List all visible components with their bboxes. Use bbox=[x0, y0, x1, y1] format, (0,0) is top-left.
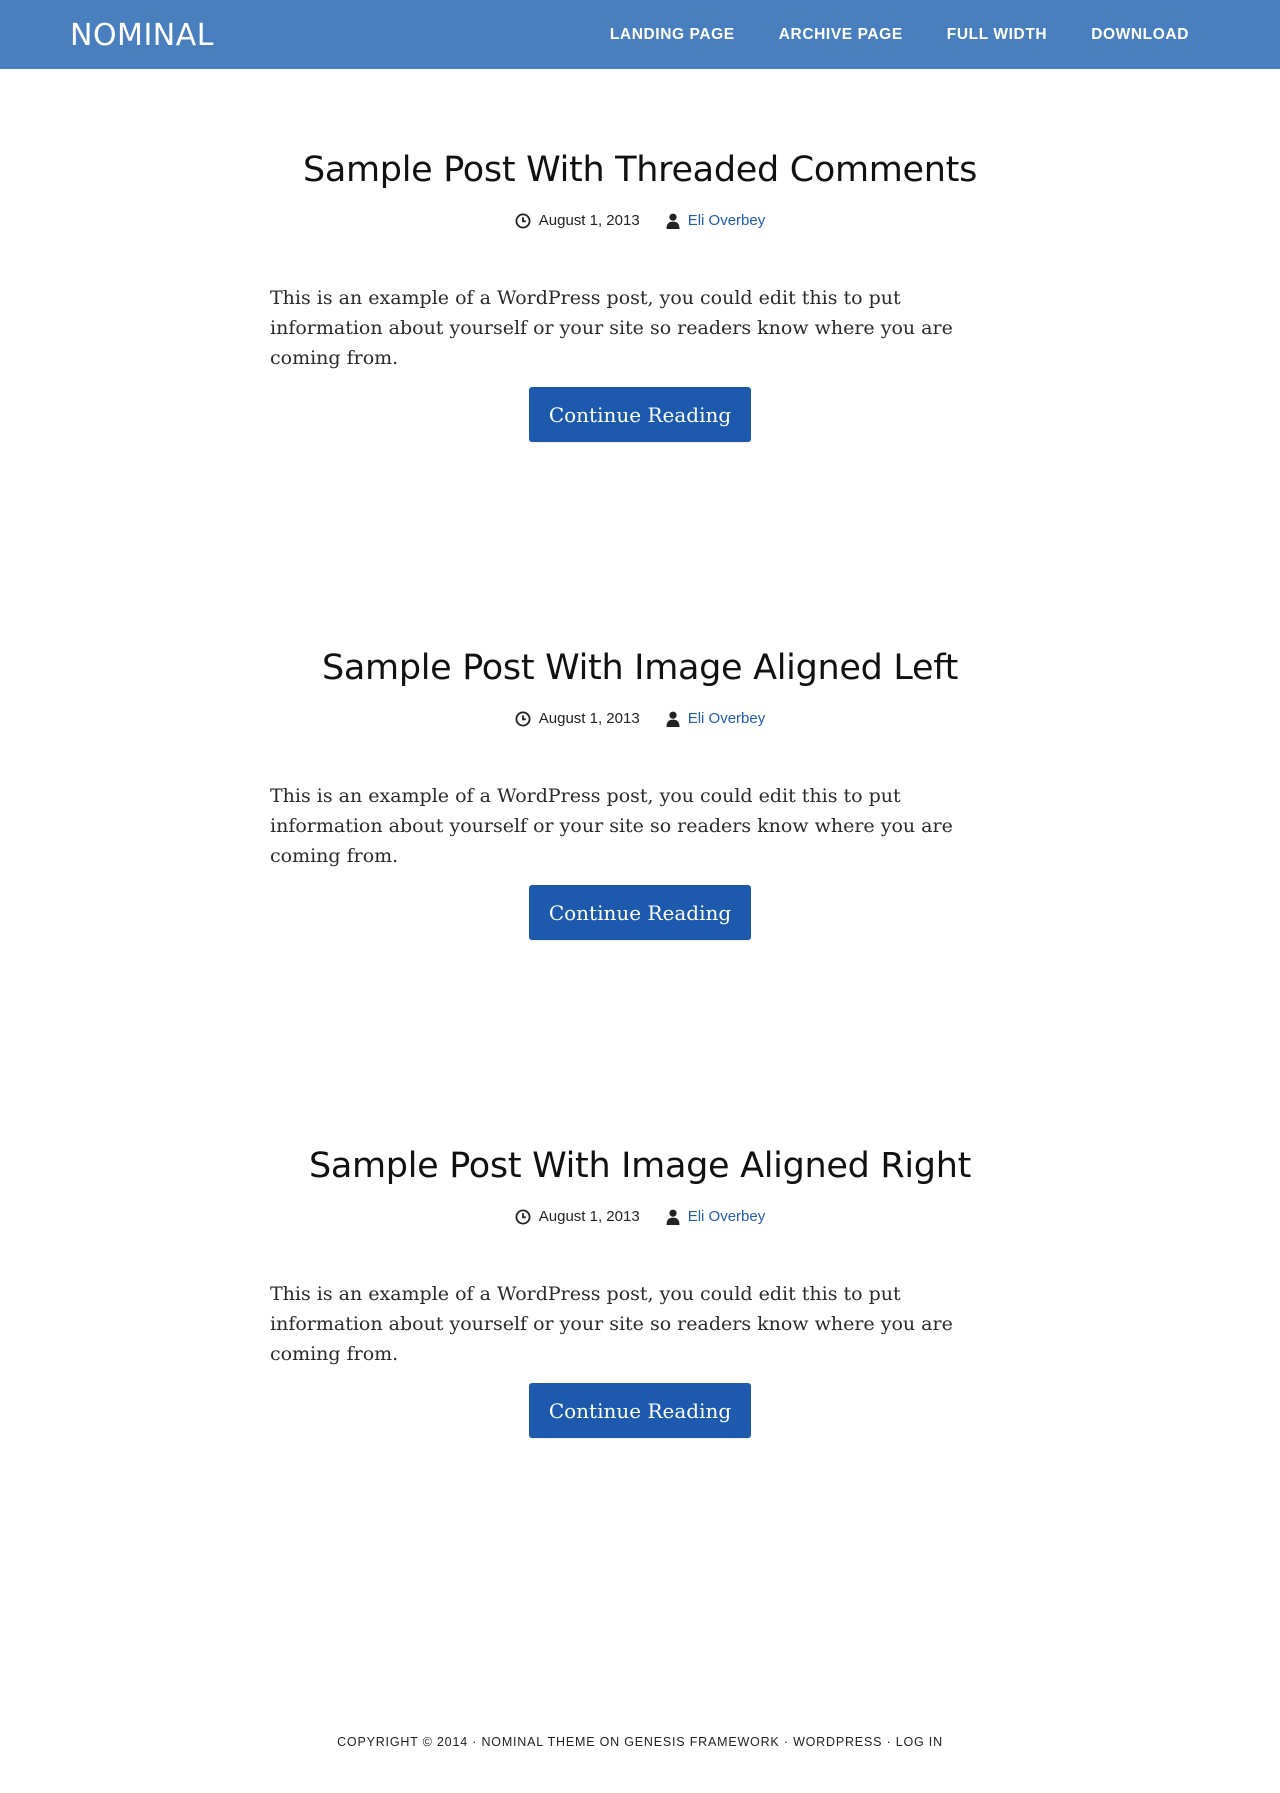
footer-framework-link[interactable]: GENESIS FRAMEWORK bbox=[624, 1735, 779, 1749]
continue-reading-button[interactable]: Continue Reading bbox=[529, 885, 751, 940]
user-icon bbox=[666, 213, 680, 229]
site-title-link[interactable]: NOMINAL bbox=[70, 18, 214, 53]
continue-reading-button[interactable]: Continue Reading bbox=[529, 387, 751, 442]
post-author: Eli Overbey bbox=[666, 212, 766, 229]
post-author: Eli Overbey bbox=[666, 1208, 766, 1225]
clock-icon bbox=[515, 711, 531, 726]
footer-theme-link[interactable]: NOMINAL THEME bbox=[481, 1735, 595, 1749]
post-date-text: August 1, 2013 bbox=[538, 212, 640, 229]
footer-on-text: ON bbox=[595, 1735, 625, 1749]
footer-wordpress-link[interactable]: WORDPRESS bbox=[793, 1735, 882, 1749]
post-date: August 1, 2013 bbox=[515, 710, 640, 727]
site-header: NOMINAL LANDING PAGE ARCHIVE PAGE FULL W… bbox=[0, 0, 1280, 69]
post-date-text: August 1, 2013 bbox=[538, 710, 640, 727]
nav-item-full-width[interactable]: FULL WIDTH bbox=[947, 26, 1047, 44]
post-date: August 1, 2013 bbox=[515, 1208, 640, 1225]
user-icon bbox=[666, 1209, 680, 1225]
footer-copyright: COPYRIGHT © 2014 bbox=[337, 1735, 468, 1749]
post-excerpt: This is an example of a WordPress post, … bbox=[270, 785, 953, 867]
post-meta: August 1, 2013 Eli Overbey bbox=[0, 710, 1280, 727]
post-author-link[interactable]: Eli Overbey bbox=[688, 1208, 766, 1225]
post-meta: August 1, 2013 Eli Overbey bbox=[0, 212, 1280, 229]
footer-login-link[interactable]: LOG IN bbox=[896, 1735, 943, 1749]
continue-reading-button[interactable]: Continue Reading bbox=[529, 1383, 751, 1438]
footer-separator: · bbox=[467, 1735, 482, 1749]
primary-nav: LANDING PAGE ARCHIVE PAGE FULL WIDTH DOW… bbox=[610, 0, 1189, 69]
post-date-text: August 1, 2013 bbox=[538, 1208, 640, 1225]
post-date: August 1, 2013 bbox=[515, 212, 640, 229]
post-excerpt: This is an example of a WordPress post, … bbox=[270, 287, 953, 369]
post-author-link[interactable]: Eli Overbey bbox=[688, 710, 766, 727]
post-title[interactable]: Sample Post With Threaded Comments bbox=[0, 150, 1280, 190]
post-meta: August 1, 2013 Eli Overbey bbox=[0, 1208, 1280, 1225]
footer-separator: · bbox=[779, 1735, 794, 1749]
site-footer: COPYRIGHT © 2014 · NOMINAL THEME ON GENE… bbox=[0, 1735, 1280, 1749]
footer-separator: · bbox=[882, 1735, 896, 1749]
user-icon bbox=[666, 711, 680, 727]
post-author: Eli Overbey bbox=[666, 710, 766, 727]
clock-icon bbox=[515, 213, 531, 228]
clock-icon bbox=[515, 1209, 531, 1224]
nav-item-landing-page[interactable]: LANDING PAGE bbox=[610, 26, 735, 44]
post-title[interactable]: Sample Post With Image Aligned Right bbox=[0, 1146, 1280, 1186]
nav-item-download[interactable]: DOWNLOAD bbox=[1091, 26, 1189, 44]
nav-item-archive-page[interactable]: ARCHIVE PAGE bbox=[779, 26, 903, 44]
post-excerpt: This is an example of a WordPress post, … bbox=[270, 1283, 953, 1365]
post-author-link[interactable]: Eli Overbey bbox=[688, 212, 766, 229]
post-title[interactable]: Sample Post With Image Aligned Left bbox=[0, 648, 1280, 688]
